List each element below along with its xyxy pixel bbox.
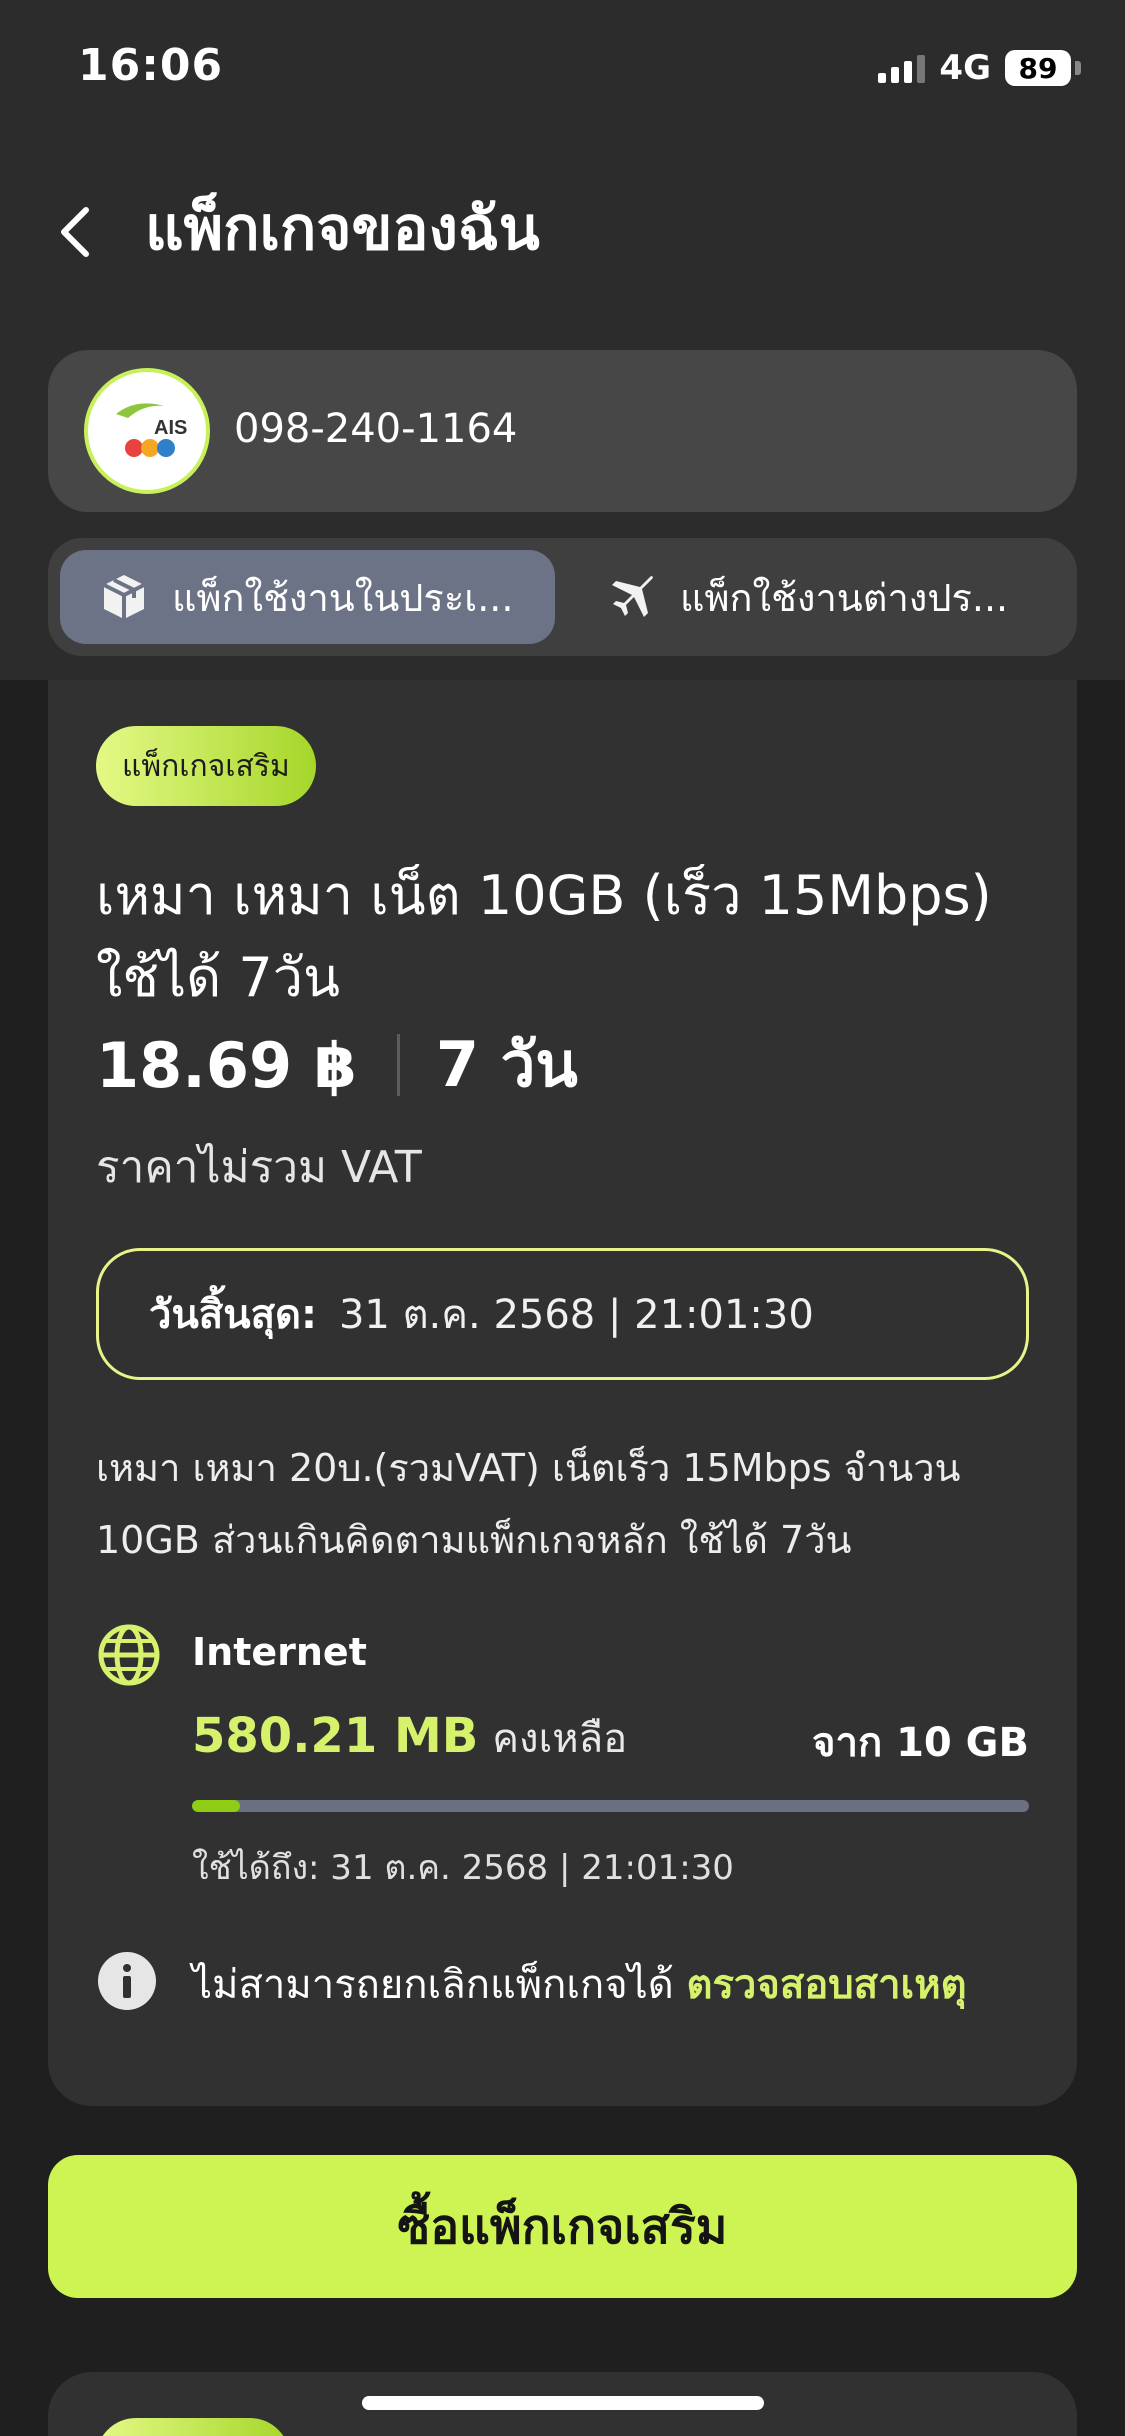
addon-badge: แพ็กเกจเสริม [96, 726, 316, 806]
end-date-box: วันสิ้นสุด: 31 ต.ค. 2568 | 21:01:30 [96, 1248, 1029, 1380]
home-indicator [362, 2396, 764, 2410]
package-description: เหมา เหมา 20บ.(รวมVAT) เน็ตเร็ว 15Mbps จ… [96, 1446, 961, 1562]
remaining-word: คงเหลือ [492, 1716, 628, 1762]
internet-label: Internet [192, 1630, 367, 1674]
tab-international[interactable]: แพ็กใช้งานต่างปร... [568, 550, 1068, 644]
header-area: 16:06 4G 89 แพ็กเกจของฉัน AIS 098-240-11… [0, 0, 1125, 680]
price-divider [396, 1034, 400, 1096]
avatar: AIS [84, 368, 210, 494]
status-time: 16:06 [78, 40, 224, 91]
end-date-value: 31 ต.ค. 2568 | 21:01:30 [338, 1292, 814, 1338]
airplane-icon [612, 576, 653, 617]
battery-icon: 89 [1005, 50, 1071, 86]
data-remaining: 580.21 MB คงเหลือ [192, 1706, 627, 1770]
account-card[interactable]: AIS 098-240-1164 [48, 350, 1077, 512]
data-progress-bar [192, 1800, 1029, 1812]
package-tabs: แพ็กใช้งานในประเ... แพ็กใช้งานต่างปร... [48, 538, 1077, 656]
package-card: แพ็กเกจเสริม เหมา เหมา เน็ต 10GB (เร็ว 1… [48, 680, 1077, 2106]
package-price: 18.69 ฿ [96, 1028, 357, 1102]
progress-fill [192, 1800, 240, 1812]
cancel-info: ไม่สามารถยกเลิกแพ็กเกจได้ ตรวจสอบสาเหตุ [192, 1952, 967, 2016]
next-package-badge [96, 2418, 290, 2436]
network-type: 4G [939, 48, 991, 88]
globe-icon [98, 1624, 160, 1686]
buy-addon-button[interactable]: ซื้อแพ็กเกจเสริม [48, 2155, 1077, 2298]
tab-label: แพ็กใช้งานในประเ... [172, 575, 514, 620]
signal-icon [878, 53, 926, 83]
check-reason-link[interactable]: ตรวจสอบสาเหตุ [686, 1962, 966, 2008]
tab-label: แพ็กใช้งานต่างปร... [680, 575, 1009, 620]
valid-until: ใช้ได้ถึง: 31 ต.ค. 2568 | 21:01:30 [192, 1848, 734, 1888]
chevron-left-icon [61, 207, 89, 257]
price-row: 18.69 ฿ 7 วัน [96, 1025, 578, 1105]
end-date-label: วันสิ้นสุด: [149, 1292, 317, 1338]
status-bar: 16:06 4G 89 [0, 0, 1125, 135]
nav-bar: แพ็กเกจของฉัน [0, 180, 1125, 280]
status-indicators: 4G 89 [878, 48, 1081, 88]
package-title: เหมา เหมา เน็ต 10GB (เร็ว 15Mbps) ใช้ได้… [96, 864, 992, 1009]
info-icon [98, 1952, 156, 2010]
data-total: จาก 10 GB [812, 1720, 1029, 1766]
page-title: แพ็กเกจของฉัน [145, 194, 540, 264]
ais-logo-icon: AIS [116, 403, 187, 457]
cancel-info-text: ไม่สามารถยกเลิกแพ็กเกจได้ [192, 1962, 674, 2008]
back-button[interactable] [48, 200, 108, 264]
battery-tip [1075, 61, 1081, 75]
package-duration: 7 วัน [435, 1028, 578, 1101]
tab-domestic[interactable]: แพ็กใช้งานในประเ... [60, 550, 555, 644]
phone-number: 098-240-1164 [234, 406, 518, 452]
remaining-value: 580.21 MB [192, 1708, 479, 1764]
logo-text: AIS [154, 417, 187, 439]
battery-level: 89 [1018, 51, 1058, 85]
vat-note: ราคาไม่รวม VAT [96, 1142, 422, 1193]
package-icon [103, 575, 145, 619]
